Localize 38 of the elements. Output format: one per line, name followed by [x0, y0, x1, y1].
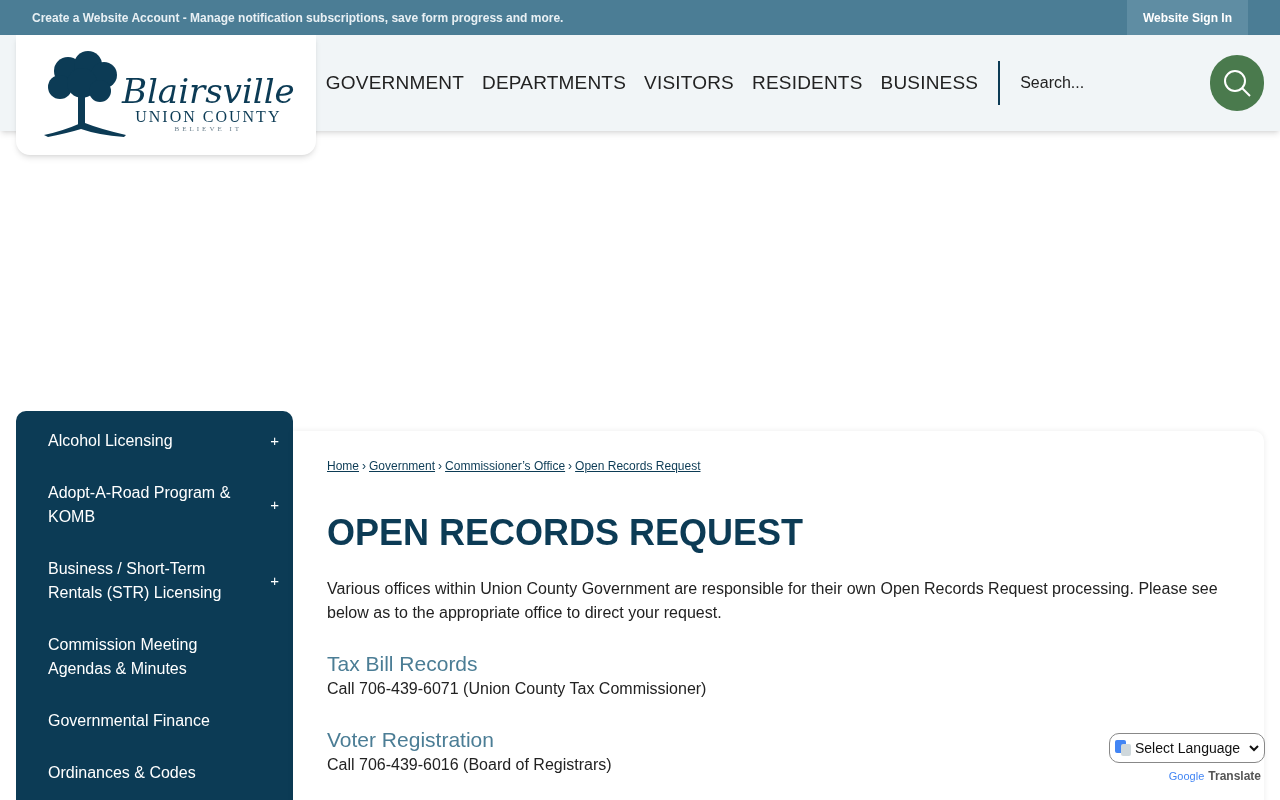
breadcrumb-link[interactable]: Government	[369, 457, 436, 475]
logo-county: UNION COUNTY	[135, 109, 282, 125]
search-button[interactable]	[1210, 55, 1264, 111]
expand-icon[interactable]: +	[270, 493, 279, 517]
sign-in-button[interactable]: Website Sign In	[1126, 0, 1248, 35]
google-logo-text: Google	[1168, 768, 1205, 784]
sidebar-item[interactable]: Alcohol Licensing +	[16, 415, 293, 467]
create-account-link[interactable]: Create a Website Account - Manage notification subscriptions, save form progress and more.	[32, 8, 564, 27]
search-field[interactable]: Search...	[1020, 71, 1211, 95]
translate-label: Translate	[1208, 768, 1261, 785]
breadcrumb-link[interactable]: Commissioner’s Office	[445, 457, 566, 475]
sidebar-item[interactable]: Business / Short-Term Rentals (STR) Licensing +	[16, 543, 293, 619]
section-heading: Tax Bill Records	[327, 651, 478, 677]
translate-icon	[1115, 740, 1131, 756]
breadcrumb-separator: ›	[568, 458, 573, 475]
nav-link[interactable]: VISITORS	[644, 68, 734, 98]
expand-icon[interactable]: +	[270, 569, 279, 593]
breadcrumb-separator: ›	[362, 458, 366, 475]
section-text: Call 706-439-6016 (Board of Registrars)	[327, 755, 612, 775]
intro-paragraph: Various offices within Union County Government are responsible for their own Open Records Request processing. Please see below as to the appropriate office to direct your request.	[327, 579, 1219, 623]
expand-icon[interactable]: +	[270, 429, 279, 453]
section-heading: Voter Registration	[327, 727, 494, 753]
nav-link[interactable]: DEPARTMENTS	[482, 68, 627, 98]
sidebar-item[interactable]: Commission Meeting Agendas & Minutes	[16, 619, 293, 695]
logo-script: Blairsville	[122, 73, 295, 109]
nav-link[interactable]: GOVERNMENT	[325, 68, 465, 98]
sidebar-item[interactable]: Governmental Finance	[16, 695, 293, 747]
breadcrumb-link[interactable]: Open Records Request	[575, 457, 701, 475]
sidebar-item[interactable]: Ordinances & Codes	[16, 747, 293, 799]
section-text: Call 706-439-6071 (Union County Tax Commissioner)	[327, 679, 707, 699]
nav-link[interactable]: BUSINESS	[880, 68, 979, 98]
breadcrumb-separator: ›	[438, 458, 443, 475]
chevron-down-icon	[1249, 744, 1259, 752]
nav-link[interactable]: RESIDENTS	[752, 68, 863, 98]
breadcrumb-link[interactable]: Home	[327, 457, 359, 475]
sidebar-item[interactable]: Adopt-A-Road Program & KOMB +	[16, 467, 293, 543]
page-title: OPEN RECORDS REQUEST	[327, 511, 805, 555]
language-select[interactable]: Select Language	[1109, 733, 1265, 763]
